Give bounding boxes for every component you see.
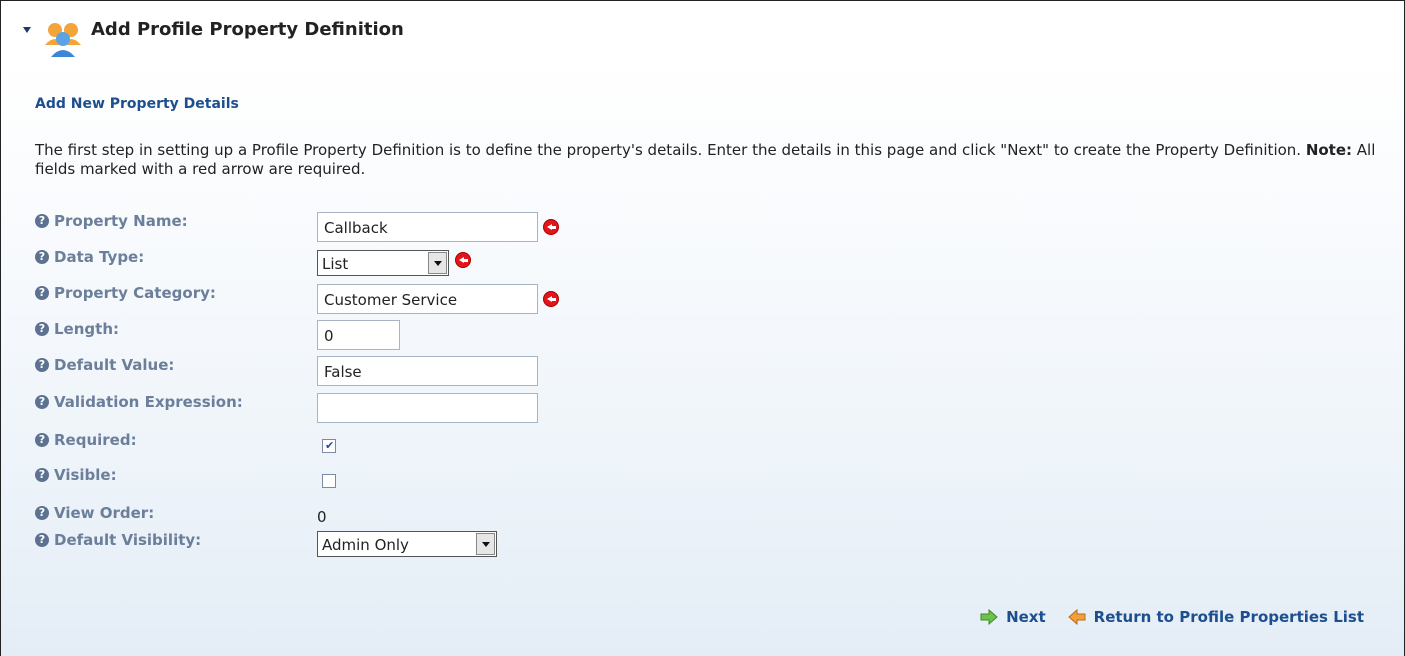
- length-label-text: Length:: [54, 320, 119, 338]
- help-icon[interactable]: ?: [35, 322, 49, 336]
- required-label-text: Required:: [54, 431, 137, 449]
- default-visibility-selected: Admin Only: [322, 536, 409, 554]
- help-icon[interactable]: ?: [35, 468, 49, 482]
- data-type-label-text: Data Type:: [54, 248, 145, 266]
- next-link[interactable]: Next: [980, 608, 1046, 626]
- help-icon[interactable]: ?: [35, 286, 49, 300]
- required-arrow-icon: [455, 252, 471, 268]
- module-container: Add Profile Property Definition Add New …: [0, 0, 1405, 656]
- default-visibility-label[interactable]: ? Default Visibility:: [35, 531, 201, 549]
- length-label[interactable]: ? Length:: [35, 320, 119, 338]
- view-order-label-text: View Order:: [54, 504, 155, 522]
- property-category-input[interactable]: Customer Service: [317, 284, 538, 314]
- data-type-label[interactable]: ? Data Type:: [35, 248, 144, 266]
- data-type-selected: List: [322, 255, 349, 273]
- users-icon: [45, 23, 81, 57]
- required-arrow-icon: [543, 291, 559, 307]
- page-title: Add Profile Property Definition: [91, 18, 404, 40]
- arrow-right-icon: [980, 609, 998, 625]
- required-checkbox[interactable]: ✔: [322, 439, 336, 453]
- view-order-label[interactable]: ? View Order:: [35, 504, 154, 522]
- validation-expression-label[interactable]: ? Validation Expression:: [35, 393, 243, 411]
- default-visibility-select[interactable]: Admin Only: [317, 531, 497, 557]
- help-icon[interactable]: ?: [35, 433, 49, 447]
- collapse-toggle-icon[interactable]: [23, 27, 31, 33]
- intro-body: The first step in setting up a Profile P…: [35, 141, 1306, 159]
- next-label: Next: [1006, 608, 1046, 626]
- section-title: Add New Property Details: [35, 96, 239, 112]
- property-name-label[interactable]: ? Property Name:: [35, 212, 188, 230]
- chevron-down-icon[interactable]: [476, 533, 495, 555]
- help-icon[interactable]: ?: [35, 506, 49, 520]
- intro-text: The first step in setting up a Profile P…: [35, 141, 1385, 179]
- return-label: Return to Profile Properties List: [1093, 608, 1364, 626]
- view-order-value: 0: [317, 508, 327, 526]
- visible-checkbox[interactable]: [322, 474, 336, 488]
- help-icon[interactable]: ?: [35, 533, 49, 547]
- required-arrow-icon: [543, 219, 559, 235]
- help-icon[interactable]: ?: [35, 358, 49, 372]
- property-name-input[interactable]: Callback: [317, 212, 538, 242]
- action-bar: Next Return to Profile Properties List: [958, 608, 1364, 626]
- default-visibility-label-text: Default Visibility:: [54, 531, 202, 549]
- length-input[interactable]: 0: [317, 320, 400, 350]
- checkmark-icon: ✔: [325, 439, 335, 452]
- validation-expression-label-text: Validation Expression:: [54, 393, 243, 411]
- validation-expression-input[interactable]: [317, 393, 538, 423]
- visible-label[interactable]: ? Visible:: [35, 466, 117, 484]
- module-header: Add Profile Property Definition: [23, 15, 404, 57]
- note-label: Note:: [1305, 141, 1353, 159]
- help-icon[interactable]: ?: [35, 214, 49, 228]
- help-icon[interactable]: ?: [35, 395, 49, 409]
- arrow-left-icon: [1067, 609, 1086, 625]
- data-type-select[interactable]: List: [317, 250, 449, 276]
- chevron-down-icon[interactable]: [428, 252, 447, 274]
- default-value-label-text: Default Value:: [54, 356, 175, 374]
- required-label[interactable]: ? Required:: [35, 431, 137, 449]
- default-value-label[interactable]: ? Default Value:: [35, 356, 174, 374]
- help-icon[interactable]: ?: [35, 250, 49, 264]
- return-link[interactable]: Return to Profile Properties List: [1067, 608, 1364, 626]
- property-name-label-text: Property Name:: [54, 212, 188, 230]
- property-category-label[interactable]: ? Property Category:: [35, 284, 216, 302]
- visible-label-text: Visible:: [54, 466, 117, 484]
- default-value-input[interactable]: False: [317, 356, 538, 386]
- property-category-label-text: Property Category:: [54, 284, 216, 302]
